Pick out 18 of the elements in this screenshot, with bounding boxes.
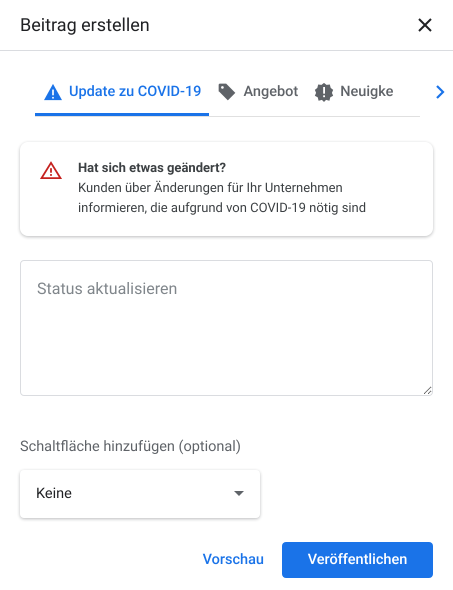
chevron-right-icon[interactable]: [435, 85, 445, 99]
field-label: Schaltfläche hinzufügen (optional): [20, 437, 241, 457]
publish-button[interactable]: Veröffentlichen: [282, 542, 433, 578]
status-field[interactable]: Status aktualisieren: [20, 260, 433, 396]
tab[interactable]: Update zu COVID-19: [35, 70, 210, 116]
tag-icon: [217, 82, 238, 102]
dropdown-caret-icon: [234, 491, 244, 496]
dialog-title: Beitrag erstellen: [20, 14, 150, 38]
preview-button[interactable]: Vorschau: [202, 542, 264, 578]
tab[interactable]: Neuigke: [306, 70, 402, 116]
alert-badge-icon: [314, 82, 334, 102]
warning-icon: [40, 161, 62, 179]
close-icon[interactable]: [417, 17, 433, 33]
notice-text: Kunden über Änderungen für Ihr Unternehmen informieren, die aufgrund von COVID-19 nötig sind: [78, 180, 368, 218]
dropdown-select[interactable]: Keine: [20, 470, 260, 518]
notice-title: Hat sich etwas geändert?: [78, 160, 227, 178]
warning-icon: [43, 82, 63, 100]
tab[interactable]: Angebot: [209, 70, 306, 116]
